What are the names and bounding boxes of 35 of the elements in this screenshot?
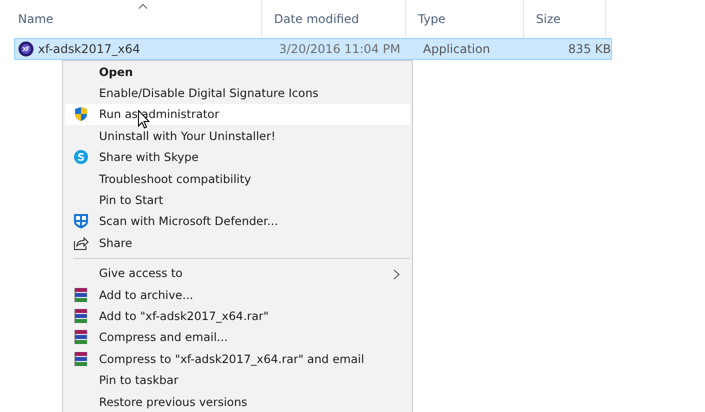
shield-icon	[73, 106, 89, 122]
menu-item[interactable]: Compress and email...	[65, 326, 410, 348]
menu-item[interactable]: Compress to "xf-adsk2017_x64.rar" and email	[65, 348, 410, 370]
date-cell-text: 3/20/2016 11:04 PM	[278, 42, 402, 56]
menu-item[interactable]: Share with Skype	[65, 146, 410, 168]
archive-books-icon	[73, 308, 89, 324]
archive-books-icon	[73, 350, 89, 367]
menu-item[interactable]: Add to "xf-adsk2017_x64.rar"	[65, 305, 410, 327]
menu-item[interactable]: Scan with Microsoft Defender...	[65, 210, 410, 232]
column-header[interactable]: Date modified	[274, 12, 360, 26]
app-logo-icon	[18, 41, 34, 57]
menu-item[interactable]: Open	[65, 61, 410, 82]
column-header[interactable]: Type	[418, 12, 446, 26]
share-icon	[73, 234, 89, 251]
skype-icon	[73, 149, 89, 166]
file-name: xf-adsk2017_x64	[38, 42, 140, 56]
defender-shield-icon	[73, 213, 89, 230]
type-cell-text: Application	[422, 42, 492, 56]
size-cell-text: 835 KB	[567, 42, 611, 56]
file-row[interactable]: xf-adsk2017_x64 3/20/2016 11:04 PM Application 835 KB	[14, 38, 612, 60]
menu-item[interactable]: Pin to taskbar	[65, 369, 410, 391]
menu-item[interactable]: Add to archive...	[65, 284, 410, 306]
column-header[interactable]: Name	[18, 12, 54, 26]
menu-item[interactable]: Share	[65, 232, 410, 254]
menu-item[interactable]: Give access to	[65, 262, 410, 284]
sort-chevron-icon	[138, 3, 148, 9]
menu-item[interactable]: Pin to Start	[65, 189, 410, 211]
archive-books-icon	[73, 286, 89, 303]
menu-item[interactable]: Troubleshoot compatibility	[65, 168, 410, 190]
menu-item[interactable]: Enable/Disable Digital Signature Icons	[65, 82, 410, 104]
menu-item[interactable]: Restore previous versions	[65, 390, 410, 412]
menu-item[interactable]: Uninstall with Your Uninstaller!	[65, 125, 410, 147]
menu-item[interactable]: Run as administrator	[65, 104, 410, 126]
archive-books-icon	[73, 329, 89, 346]
column-header[interactable]: Size	[536, 12, 561, 26]
